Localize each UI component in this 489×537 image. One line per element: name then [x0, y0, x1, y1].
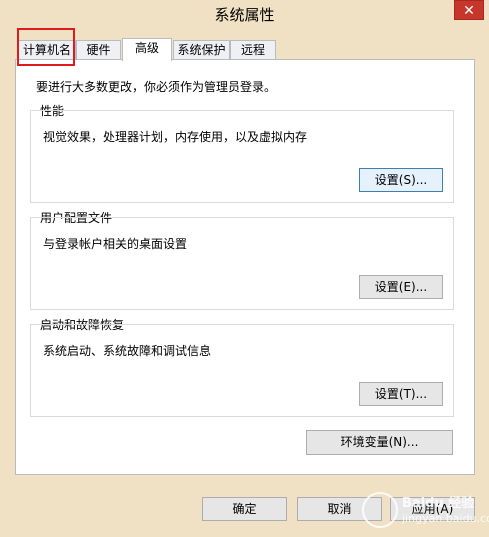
baidu-watermark: Baidu 经验 jingyan.baidu.com	[352, 486, 489, 534]
watermark-url: jingyan.baidu.com	[402, 512, 489, 525]
startup-recovery-description: 系统启动、系统故障和调试信息	[43, 344, 212, 358]
user-profiles-group: 与登录帐户相关的桌面设置 设置(E)...	[30, 217, 454, 310]
startup-recovery-settings-button[interactable]: 设置(T)...	[359, 382, 443, 406]
tab-strip: 计算机名 硬件 高级 系统保护 远程	[15, 38, 475, 61]
environment-variables-button[interactable]: 环境变量(N)...	[306, 430, 453, 455]
highlight-box	[17, 28, 75, 66]
user-profiles-settings-button[interactable]: 设置(E)...	[359, 275, 443, 299]
tab-hardware[interactable]: 硬件	[76, 40, 121, 60]
startup-recovery-group: 系统启动、系统故障和调试信息 设置(T)...	[30, 324, 454, 417]
ok-button[interactable]: 确定	[202, 497, 287, 521]
performance-settings-button[interactable]: 设置(S)...	[359, 168, 443, 192]
performance-group: 视觉效果，处理器计划，内存使用，以及虚拟内存 设置(S)...	[30, 110, 454, 203]
tab-remote[interactable]: 远程	[230, 40, 276, 60]
window-title: 系统属性	[214, 6, 275, 24]
advanced-panel: 要进行大多数更改，你必须作为管理员登录。 性能 视觉效果，处理器计划，内存使用，…	[15, 59, 475, 475]
tab-advanced[interactable]: 高级	[122, 38, 172, 61]
user-profiles-description: 与登录帐户相关的桌面设置	[43, 237, 188, 251]
watermark-text: Baidu 经验	[402, 496, 475, 511]
admin-notice: 要进行大多数更改，你必须作为管理员登录。	[36, 80, 277, 94]
title-bar: 系统属性 ✕	[0, 0, 489, 28]
paw-logo-icon	[362, 492, 398, 528]
tab-system-protection[interactable]: 系统保护	[173, 40, 230, 60]
performance-description: 视觉效果，处理器计划，内存使用，以及虚拟内存	[43, 130, 308, 144]
close-button[interactable]: ✕	[454, 0, 484, 20]
close-icon: ✕	[463, 3, 475, 19]
